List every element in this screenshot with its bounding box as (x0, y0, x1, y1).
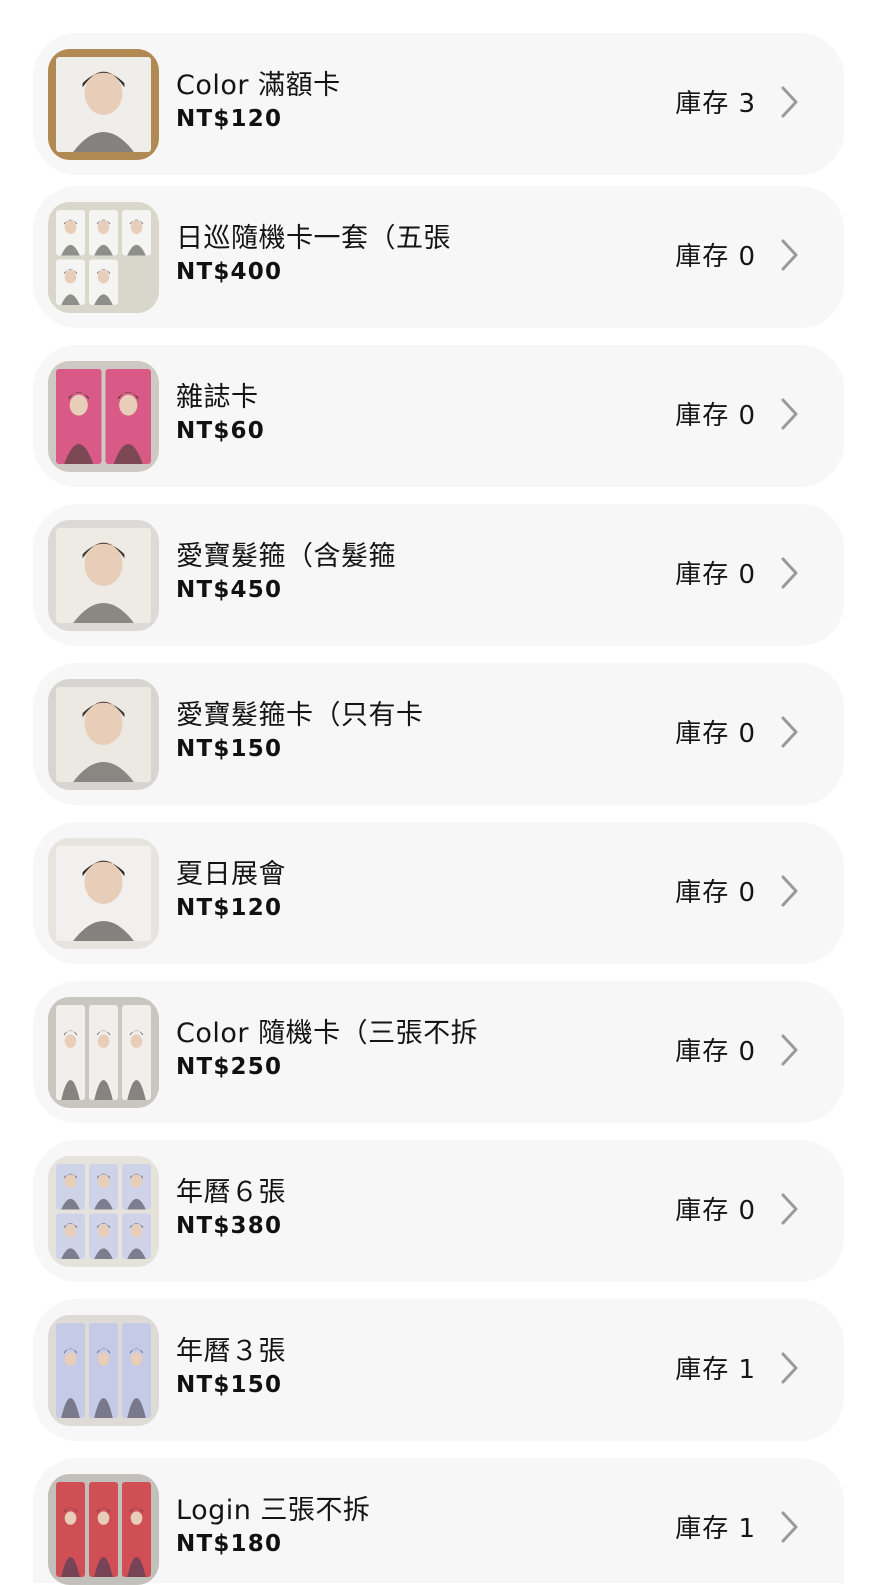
product-name: Login 三張不拆 (176, 1495, 371, 1526)
stock-count: 庫存 0 (675, 878, 756, 908)
product-name: 年曆３張 (176, 1336, 286, 1367)
product-row[interactable]: 年曆６張 NT$380 庫存 0 (33, 1140, 844, 1282)
thumbnail-photo (48, 997, 159, 1108)
product-thumbnail (48, 997, 159, 1108)
stock-count: 庫存 0 (675, 719, 756, 749)
stock-count: 庫存 0 (675, 560, 756, 590)
chevron-right-icon (780, 397, 800, 431)
chevron-right-icon (780, 1351, 800, 1385)
product-row[interactable]: 愛寶髮箍（含髮箍 NT$450 庫存 0 (33, 504, 844, 646)
stock-count: 庫存 0 (675, 1196, 756, 1226)
product-price: NT$60 (176, 418, 265, 444)
thumbnail-photo (48, 1315, 159, 1426)
chevron-right-icon (780, 85, 800, 119)
product-row[interactable]: 雜誌卡 NT$60 庫存 0 (33, 345, 844, 487)
thumbnail-photo (48, 1156, 159, 1267)
product-row[interactable]: Login 三張不拆 NT$180 庫存 1 (33, 1458, 844, 1585)
product-price: NT$150 (176, 736, 283, 762)
product-thumbnail (48, 679, 159, 790)
product-row[interactable]: Color 滿額卡 NT$120 庫存 3 (33, 33, 844, 175)
stock-count: 庫存 0 (675, 242, 756, 272)
product-row[interactable]: 年曆３張 NT$150 庫存 1 (33, 1299, 844, 1441)
product-thumbnail (48, 49, 159, 160)
product-thumbnail (48, 1156, 159, 1267)
stock-count: 庫存 0 (675, 401, 756, 431)
thumbnail-photo (48, 49, 159, 160)
product-thumbnail (48, 202, 159, 313)
product-name: 愛寶髮箍卡（只有卡 (176, 700, 424, 731)
product-price: NT$120 (176, 106, 283, 132)
product-row[interactable]: 日巡隨機卡一套（五張 NT$400 庫存 0 (33, 186, 844, 328)
chevron-right-icon (780, 1033, 800, 1067)
product-price: NT$380 (176, 1213, 283, 1239)
product-name: 雜誌卡 (176, 382, 259, 413)
product-price: NT$180 (176, 1531, 283, 1557)
chevron-right-icon (780, 238, 800, 272)
product-row[interactable]: Color 隨機卡（三張不拆 NT$250 庫存 0 (33, 981, 844, 1123)
thumbnail-photo (48, 520, 159, 631)
thumbnail-photo (48, 202, 159, 313)
product-price: NT$400 (176, 259, 283, 285)
product-row[interactable]: 愛寶髮箍卡（只有卡 NT$150 庫存 0 (33, 663, 844, 805)
product-price: NT$120 (176, 895, 283, 921)
chevron-right-icon (780, 556, 800, 590)
stock-count: 庫存 1 (675, 1355, 756, 1385)
thumbnail-photo (48, 361, 159, 472)
product-price: NT$150 (176, 1372, 283, 1398)
product-price: NT$450 (176, 577, 283, 603)
product-name: Color 滿額卡 (176, 70, 341, 101)
product-name: Color 隨機卡（三張不拆 (176, 1018, 479, 1049)
product-thumbnail (48, 1474, 159, 1585)
product-name: 夏日展會 (176, 859, 286, 890)
chevron-right-icon (780, 874, 800, 908)
product-price: NT$250 (176, 1054, 283, 1080)
chevron-right-icon (780, 1510, 800, 1544)
product-name: 年曆６張 (176, 1177, 286, 1208)
chevron-right-icon (780, 1192, 800, 1226)
product-row[interactable]: 夏日展會 NT$120 庫存 0 (33, 822, 844, 964)
stock-count: 庫存 1 (675, 1514, 756, 1544)
stock-count: 庫存 0 (675, 1037, 756, 1067)
product-thumbnail (48, 361, 159, 472)
thumbnail-photo (48, 838, 159, 949)
chevron-right-icon (780, 715, 800, 749)
product-thumbnail (48, 1315, 159, 1426)
product-thumbnail (48, 520, 159, 631)
thumbnail-photo (48, 679, 159, 790)
product-thumbnail (48, 838, 159, 949)
stock-count: 庫存 3 (675, 89, 756, 119)
product-name: 日巡隨機卡一套（五張 (176, 223, 451, 254)
product-name: 愛寶髮箍（含髮箍 (176, 541, 396, 572)
thumbnail-photo (48, 1474, 159, 1585)
